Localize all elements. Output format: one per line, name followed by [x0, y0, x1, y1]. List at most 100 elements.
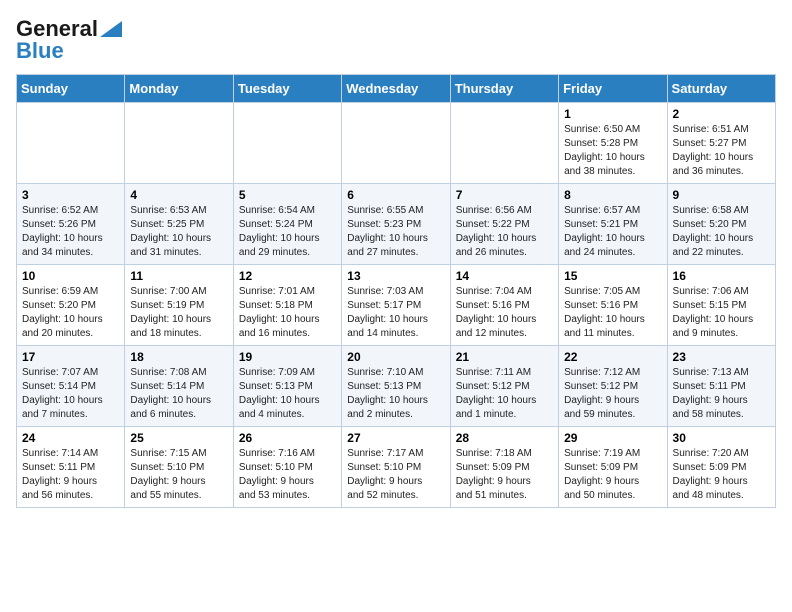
day-info: Sunrise: 6:59 AM Sunset: 5:20 PM Dayligh… — [22, 285, 119, 341]
day-number: 24 — [22, 431, 119, 445]
day-number: 8 — [564, 188, 661, 202]
day-info: Sunrise: 7:05 AM Sunset: 5:16 PM Dayligh… — [564, 285, 661, 341]
day-info: Sunrise: 7:17 AM Sunset: 5:10 PM Dayligh… — [347, 447, 444, 503]
day-info: Sunrise: 7:13 AM Sunset: 5:11 PM Dayligh… — [673, 366, 770, 422]
day-number: 13 — [347, 269, 444, 283]
day-number: 10 — [22, 269, 119, 283]
header: General Blue — [16, 16, 776, 64]
calendar-cell: 21 Sunrise: 7:11 AM Sunset: 5:12 PM Dayli… — [450, 346, 558, 427]
day-info: Sunrise: 6:56 AM Sunset: 5:22 PM Dayligh… — [456, 204, 553, 260]
day-number: 20 — [347, 350, 444, 364]
calendar-cell: 15 Sunrise: 7:05 AM Sunset: 5:16 PM Dayli… — [559, 265, 667, 346]
day-number: 27 — [347, 431, 444, 445]
calendar-cell: 18 Sunrise: 7:08 AM Sunset: 5:14 PM Dayli… — [125, 346, 233, 427]
weekday-header-tuesday: Tuesday — [233, 75, 341, 103]
calendar-cell: 12 Sunrise: 7:01 AM Sunset: 5:18 PM Dayli… — [233, 265, 341, 346]
day-number: 19 — [239, 350, 336, 364]
day-info: Sunrise: 7:14 AM Sunset: 5:11 PM Dayligh… — [22, 447, 119, 503]
day-number: 15 — [564, 269, 661, 283]
calendar-cell — [17, 103, 125, 184]
logo: General Blue — [16, 16, 122, 64]
calendar-cell: 19 Sunrise: 7:09 AM Sunset: 5:13 PM Dayli… — [233, 346, 341, 427]
day-info: Sunrise: 6:51 AM Sunset: 5:27 PM Dayligh… — [673, 123, 770, 179]
day-info: Sunrise: 7:10 AM Sunset: 5:13 PM Dayligh… — [347, 366, 444, 422]
day-number: 9 — [673, 188, 770, 202]
logo-blue: Blue — [16, 38, 64, 64]
day-info: Sunrise: 7:12 AM Sunset: 5:12 PM Dayligh… — [564, 366, 661, 422]
day-info: Sunrise: 7:00 AM Sunset: 5:19 PM Dayligh… — [130, 285, 227, 341]
day-info: Sunrise: 7:01 AM Sunset: 5:18 PM Dayligh… — [239, 285, 336, 341]
day-info: Sunrise: 6:54 AM Sunset: 5:24 PM Dayligh… — [239, 204, 336, 260]
day-info: Sunrise: 7:19 AM Sunset: 5:09 PM Dayligh… — [564, 447, 661, 503]
calendar-cell — [233, 103, 341, 184]
day-number: 12 — [239, 269, 336, 283]
calendar-cell: 27 Sunrise: 7:17 AM Sunset: 5:10 PM Dayli… — [342, 427, 450, 508]
calendar-cell: 11 Sunrise: 7:00 AM Sunset: 5:19 PM Dayli… — [125, 265, 233, 346]
calendar-cell: 2 Sunrise: 6:51 AM Sunset: 5:27 PM Daylig… — [667, 103, 775, 184]
calendar-cell — [125, 103, 233, 184]
calendar-cell: 9 Sunrise: 6:58 AM Sunset: 5:20 PM Daylig… — [667, 184, 775, 265]
calendar-cell: 25 Sunrise: 7:15 AM Sunset: 5:10 PM Dayli… — [125, 427, 233, 508]
day-number: 25 — [130, 431, 227, 445]
calendar-cell: 3Sunrise: 6:52 AM Sunset: 5:26 PM Daylig… — [17, 184, 125, 265]
calendar-cell: 24 Sunrise: 7:14 AM Sunset: 5:11 PM Dayli… — [17, 427, 125, 508]
weekday-header-wednesday: Wednesday — [342, 75, 450, 103]
day-info: Sunrise: 7:11 AM Sunset: 5:12 PM Dayligh… — [456, 366, 553, 422]
day-info: Sunrise: 7:03 AM Sunset: 5:17 PM Dayligh… — [347, 285, 444, 341]
day-number: 5 — [239, 188, 336, 202]
weekday-header-friday: Friday — [559, 75, 667, 103]
day-number: 2 — [673, 107, 770, 121]
day-number: 4 — [130, 188, 227, 202]
day-number: 30 — [673, 431, 770, 445]
day-info: Sunrise: 6:52 AM Sunset: 5:26 PM Dayligh… — [22, 204, 119, 260]
day-number: 22 — [564, 350, 661, 364]
calendar-cell — [342, 103, 450, 184]
week-row-1: 1 Sunrise: 6:50 AM Sunset: 5:28 PM Daylig… — [17, 103, 776, 184]
calendar-cell: 6 Sunrise: 6:55 AM Sunset: 5:23 PM Daylig… — [342, 184, 450, 265]
day-number: 1 — [564, 107, 661, 121]
day-number: 26 — [239, 431, 336, 445]
week-row-3: 10 Sunrise: 6:59 AM Sunset: 5:20 PM Dayli… — [17, 265, 776, 346]
weekday-header-thursday: Thursday — [450, 75, 558, 103]
day-info: Sunrise: 7:08 AM Sunset: 5:14 PM Dayligh… — [130, 366, 227, 422]
calendar-cell: 29 Sunrise: 7:19 AM Sunset: 5:09 PM Dayli… — [559, 427, 667, 508]
day-number: 7 — [456, 188, 553, 202]
day-info: Sunrise: 6:57 AM Sunset: 5:21 PM Dayligh… — [564, 204, 661, 260]
day-number: 28 — [456, 431, 553, 445]
calendar-cell: 28 Sunrise: 7:18 AM Sunset: 5:09 PM Dayli… — [450, 427, 558, 508]
calendar-cell: 4 Sunrise: 6:53 AM Sunset: 5:25 PM Daylig… — [125, 184, 233, 265]
day-number: 11 — [130, 269, 227, 283]
day-number: 6 — [347, 188, 444, 202]
day-info: Sunrise: 6:53 AM Sunset: 5:25 PM Dayligh… — [130, 204, 227, 260]
calendar-cell: 23Sunrise: 7:13 AM Sunset: 5:11 PM Dayli… — [667, 346, 775, 427]
day-info: Sunrise: 6:58 AM Sunset: 5:20 PM Dayligh… — [673, 204, 770, 260]
weekday-header-saturday: Saturday — [667, 75, 775, 103]
calendar-cell: 10 Sunrise: 6:59 AM Sunset: 5:20 PM Dayli… — [17, 265, 125, 346]
day-number: 18 — [130, 350, 227, 364]
calendar-cell: 14 Sunrise: 7:04 AM Sunset: 5:16 PM Dayli… — [450, 265, 558, 346]
day-info: Sunrise: 7:09 AM Sunset: 5:13 PM Dayligh… — [239, 366, 336, 422]
day-info: Sunrise: 7:15 AM Sunset: 5:10 PM Dayligh… — [130, 447, 227, 503]
calendar-cell: 22 Sunrise: 7:12 AM Sunset: 5:12 PM Dayli… — [559, 346, 667, 427]
day-info: Sunrise: 7:06 AM Sunset: 5:15 PM Dayligh… — [673, 285, 770, 341]
day-number: 21 — [456, 350, 553, 364]
weekday-header-monday: Monday — [125, 75, 233, 103]
calendar-cell: 20 Sunrise: 7:10 AM Sunset: 5:13 PM Dayli… — [342, 346, 450, 427]
day-info: Sunrise: 7:18 AM Sunset: 5:09 PM Dayligh… — [456, 447, 553, 503]
calendar-cell: 13 Sunrise: 7:03 AM Sunset: 5:17 PM Dayli… — [342, 265, 450, 346]
day-number: 16 — [673, 269, 770, 283]
day-info: Sunrise: 6:50 AM Sunset: 5:28 PM Dayligh… — [564, 123, 661, 179]
calendar-cell: 7 Sunrise: 6:56 AM Sunset: 5:22 PM Daylig… — [450, 184, 558, 265]
calendar-cell: 1 Sunrise: 6:50 AM Sunset: 5:28 PM Daylig… — [559, 103, 667, 184]
week-row-2: 3Sunrise: 6:52 AM Sunset: 5:26 PM Daylig… — [17, 184, 776, 265]
week-row-4: 17Sunrise: 7:07 AM Sunset: 5:14 PM Dayli… — [17, 346, 776, 427]
day-number: 14 — [456, 269, 553, 283]
day-info: Sunrise: 7:20 AM Sunset: 5:09 PM Dayligh… — [673, 447, 770, 503]
day-info: Sunrise: 6:55 AM Sunset: 5:23 PM Dayligh… — [347, 204, 444, 260]
day-number: 29 — [564, 431, 661, 445]
day-info: Sunrise: 7:04 AM Sunset: 5:16 PM Dayligh… — [456, 285, 553, 341]
calendar-cell — [450, 103, 558, 184]
calendar-cell: 16 Sunrise: 7:06 AM Sunset: 5:15 PM Dayli… — [667, 265, 775, 346]
day-info: Sunrise: 7:07 AM Sunset: 5:14 PM Dayligh… — [22, 366, 119, 422]
week-row-5: 24 Sunrise: 7:14 AM Sunset: 5:11 PM Dayli… — [17, 427, 776, 508]
